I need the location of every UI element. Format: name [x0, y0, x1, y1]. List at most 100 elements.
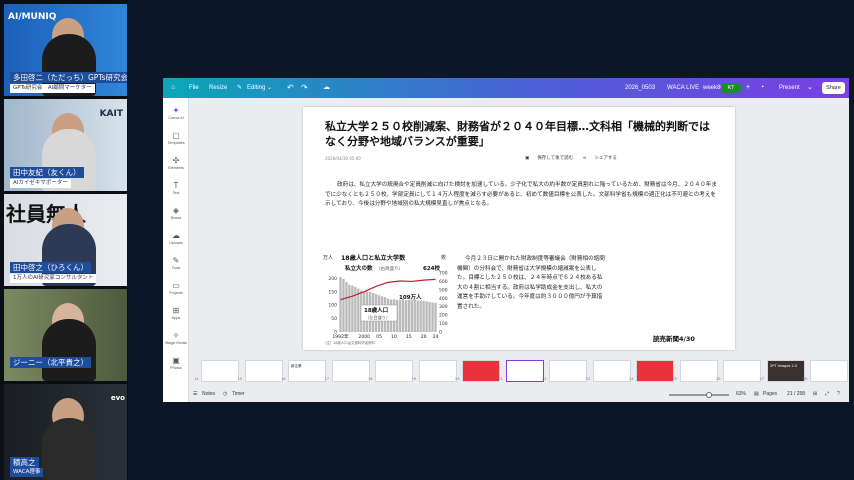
sidebar-item-projects[interactable]: ▭ Projects	[163, 281, 189, 296]
editing-menu[interactable]: Editing	[247, 78, 265, 98]
filmstrip-thumb[interactable]: 17	[325, 360, 370, 382]
participant-tile-4[interactable]: ジーニー（北平貴之）	[4, 289, 127, 381]
filmstrip-thumb[interactable]: 23	[586, 360, 631, 382]
bar	[342, 278, 345, 332]
add-user-icon[interactable]: +	[746, 78, 750, 98]
participant-body	[42, 418, 96, 480]
bar	[354, 286, 357, 332]
participant-name: 田中啓之（ひろくん）	[10, 262, 91, 273]
thumb-number: 28	[803, 377, 808, 381]
right-axis-unit: 校	[441, 254, 446, 261]
article-date: 2026/04/30 05:00	[325, 156, 361, 161]
right-tick-label: 500	[439, 287, 448, 293]
sidebar-item-magic-media[interactable]: ✧ Magic Media	[163, 331, 189, 346]
sidebar-item-uploads[interactable]: ☁ Uploads	[163, 231, 189, 246]
photo-icon: ▣	[172, 356, 180, 365]
sidebar-item-photos[interactable]: ▣ Photos	[163, 356, 189, 371]
resize-menu[interactable]: Resize	[209, 78, 227, 98]
bottom-bar: ☰ Notes ◷ Timer 63% ▤ Pages 21 / 258 ⊞ ⤢…	[189, 387, 849, 402]
sidebar-item-label: Magic Media	[165, 341, 187, 345]
left-tick-label: 200	[328, 276, 337, 282]
filmstrip-thumb[interactable]: 18	[368, 360, 413, 382]
undo-icon[interactable]: ↶	[287, 78, 294, 98]
share-button[interactable]: Share	[822, 82, 845, 94]
doc-title[interactable]: 2026_0503	[625, 78, 655, 98]
thumb-number: 17	[324, 377, 329, 381]
bar	[348, 284, 351, 332]
right-tick-label: 300	[439, 304, 448, 310]
bar	[407, 299, 410, 332]
thumb-number: 14	[194, 377, 199, 381]
sidebar-item-elements[interactable]: ✣ Elements	[163, 156, 189, 171]
right-tick-label: 100	[439, 321, 448, 327]
sidebar-item-brand[interactable]: ◈ Brand	[163, 206, 189, 221]
participant-tile-1[interactable]: AI/MUNIQ 多田啓二（ただっち）GPTs研究会 GPTs研究会 AI顧問マ…	[4, 4, 127, 96]
thumb-number: 27	[759, 377, 764, 381]
notes-icon[interactable]: ☰	[193, 387, 197, 402]
participant-tile-3[interactable]: 社員無人 田中啓之（ひろくん） 1万人のAI研究家コンサルタント	[4, 194, 127, 286]
file-menu[interactable]: File	[189, 78, 199, 98]
pages-icon[interactable]: ▤	[754, 387, 759, 402]
filmstrip-thumb[interactable]: 26	[716, 360, 761, 382]
right-tick-label: 400	[439, 296, 448, 302]
thumb-number: 18	[368, 377, 373, 381]
x-tick-label: 2000	[358, 334, 370, 340]
thumb-number: 15	[237, 377, 242, 381]
cloud-save-icon[interactable]: ☁	[323, 78, 330, 98]
article-credit[interactable]: 読売新聞4/30	[653, 333, 695, 343]
redo-icon[interactable]: ↷	[301, 78, 308, 98]
user-avatar[interactable]: KT	[721, 83, 741, 93]
analytics-icon[interactable]: ◔	[760, 78, 764, 98]
filmstrip-thumb[interactable]: 16 新企業	[281, 360, 326, 382]
thumb-number: 25	[672, 377, 677, 381]
slide-canvas[interactable]: 私立大学２５０校削減案、財務省が２０４０年目標…文科相「機械的判断ではなく分野や…	[303, 107, 735, 350]
fullscreen-icon[interactable]: ⤢	[825, 387, 829, 402]
article-title[interactable]: 私立大学２５０校削減案、財務省が２０４０年目標…文科相「機械的判断ではなく分野や…	[325, 119, 715, 149]
background-text: KAIT	[99, 109, 123, 119]
save-later-link: 保存して後で読む	[537, 156, 574, 161]
filmstrip-thumb[interactable]: 20	[455, 360, 500, 382]
filmstrip-thumb[interactable]: 19	[412, 360, 457, 382]
filmstrip-thumb[interactable]: 22	[542, 360, 587, 382]
chevron-down-icon[interactable]: ⌄	[267, 78, 272, 98]
article-paragraph-2[interactable]: 今月２３日に開かれた財政制度等審議会（財務相の諮問機関）の分科会で、財務省は大学…	[457, 255, 607, 313]
zoom-level[interactable]: 63%	[736, 387, 746, 402]
participant-tile-2[interactable]: KAIT 田中友紀（友くん） AIカイゼキサポーター	[4, 99, 127, 191]
participant-tile-5[interactable]: evo 積高之 WACA理事	[4, 384, 127, 480]
article-paragraph-1[interactable]: 政府は、私立大学の統廃合や定員削減に向けた検討を加速している。少子化で私大の約半…	[325, 181, 717, 210]
sidebar-item-canva-ai[interactable]: ✦ Canva AI	[163, 106, 189, 121]
timer-button[interactable]: Timer	[232, 387, 245, 402]
filmstrip-thumb[interactable]: 27 GPT Images 2.0	[760, 360, 805, 382]
filmstrip-thumb[interactable]: 15	[238, 360, 283, 382]
thumb-number: 24	[629, 377, 634, 381]
help-icon[interactable]: ?	[837, 387, 840, 402]
share-link: シェアする	[594, 156, 617, 161]
present-button[interactable]: Present	[779, 78, 800, 98]
sidebar-item-text[interactable]: T Text	[163, 181, 189, 196]
filmstrip-thumb[interactable]: 25	[673, 360, 718, 382]
pages-button[interactable]: Pages	[763, 387, 777, 402]
notes-button[interactable]: Notes	[202, 387, 215, 402]
sidebar-item-apps[interactable]: ⊞ Apps	[163, 306, 189, 321]
background-text: AI/MUNIQ	[8, 12, 57, 22]
bar	[339, 277, 342, 332]
background-text: evo	[110, 394, 125, 402]
sidebar-item-label: Photos	[170, 366, 182, 370]
x-tick-label: 24	[433, 334, 439, 340]
chart-svg: 万人 校 18歳人口と私立大学数 私立大の数 （右目盛り） 624校 109万人…	[321, 253, 457, 345]
sidebar-item-tools[interactable]: ✎ Tools	[163, 256, 189, 271]
sidebar-item-templates[interactable]: ▢ Templates	[163, 131, 189, 146]
apps-icon: ⊞	[172, 306, 180, 315]
timer-icon[interactable]: ◷	[223, 387, 227, 402]
zoom-slider-handle[interactable]	[706, 391, 712, 398]
chevron-down-icon[interactable]: ⌄	[807, 78, 813, 98]
filmstrip-thumb[interactable]: 21	[499, 360, 544, 382]
bar	[431, 302, 434, 332]
zoom-slider[interactable]	[669, 394, 729, 396]
grid-view-icon[interactable]: ⊞	[813, 387, 817, 402]
home-icon[interactable]: ⌂	[171, 78, 175, 98]
filmstrip-thumb[interactable]: 28	[803, 360, 848, 382]
population-chart[interactable]: 万人 校 18歳人口と私立大学数 私立大の数 （右目盛り） 624校 109万人…	[321, 253, 457, 345]
filmstrip-thumb[interactable]: 24	[629, 360, 674, 382]
filmstrip-thumb[interactable]: 14	[194, 360, 239, 382]
